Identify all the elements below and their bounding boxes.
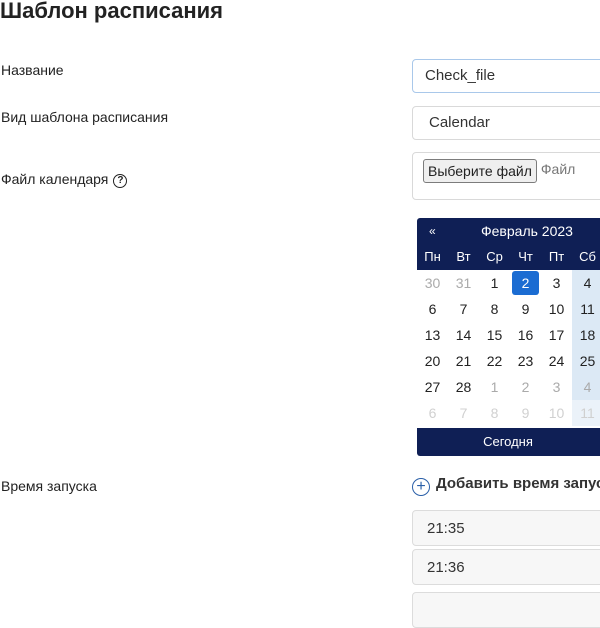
- run-time-label: Время запуска: [1, 478, 97, 494]
- calendar-day[interactable]: 25: [572, 348, 600, 374]
- calendar-day[interactable]: 21: [448, 348, 479, 374]
- calendar-day[interactable]: 9: [510, 400, 541, 426]
- run-time-field[interactable]: 21:35: [412, 510, 600, 546]
- today-button[interactable]: Сегодня: [417, 428, 600, 456]
- choose-file-button[interactable]: Выберите файл: [423, 159, 537, 183]
- calendar-file-input[interactable]: Выберите файл Файл: [412, 152, 600, 200]
- calendar-day[interactable]: 6: [417, 296, 448, 322]
- calendar-day[interactable]: 9: [510, 296, 541, 322]
- calendar-month-title[interactable]: Февраль 2023: [481, 223, 573, 239]
- calendar-day[interactable]: 7: [448, 296, 479, 322]
- calendar-day[interactable]: 11: [572, 296, 600, 322]
- name-label: Название: [1, 62, 64, 78]
- calendar-day[interactable]: 30: [417, 270, 448, 296]
- calendar-day[interactable]: 2: [512, 271, 539, 295]
- calendar-day[interactable]: 2: [510, 374, 541, 400]
- weekday-label: Чт: [518, 249, 533, 264]
- calendar-day[interactable]: 24: [541, 348, 572, 374]
- calendar-header: « Февраль 2023: [417, 218, 600, 244]
- calendar-day[interactable]: 16: [510, 322, 541, 348]
- run-time-value: 21:36: [427, 559, 465, 576]
- calendar-day[interactable]: 20: [417, 348, 448, 374]
- calendar-days-grid: 30 31 1 2 3 4 6 7 8 9 10 11 13 14 15 16 17 18 20 21 22 23 24 25…: [417, 270, 600, 426]
- calendar-day[interactable]: 10: [541, 400, 572, 426]
- run-time-field[interactable]: 21:36: [412, 549, 600, 585]
- calendar-day[interactable]: 8: [479, 296, 510, 322]
- add-run-time-label: Добавить время запуска: [436, 475, 600, 492]
- calendar-day[interactable]: 14: [448, 322, 479, 348]
- calendar-file-label-text: Файл календаря: [1, 171, 109, 187]
- file-status-text: Файл: [540, 161, 576, 177]
- page-title: Шаблон расписания: [0, 0, 224, 23]
- calendar-day[interactable]: 18: [572, 322, 600, 348]
- calendar-day[interactable]: 8: [479, 400, 510, 426]
- calendar-day[interactable]: 11: [572, 400, 600, 426]
- weekday-label: Вт: [456, 249, 471, 264]
- calendar-day[interactable]: 4: [572, 374, 600, 400]
- prev-month-button[interactable]: «: [429, 224, 436, 238]
- calendar-day[interactable]: 23: [510, 348, 541, 374]
- question-circle-icon[interactable]: ?: [113, 174, 128, 188]
- weekday-label: Пн: [424, 249, 441, 264]
- calendar-day[interactable]: 28: [448, 374, 479, 400]
- weekday-label: Ср: [486, 249, 503, 264]
- calendar-day[interactable]: 3: [541, 374, 572, 400]
- template-type-label: Вид шаблона расписания: [1, 109, 169, 125]
- calendar-day[interactable]: 27: [417, 374, 448, 400]
- calendar-day[interactable]: 15: [479, 322, 510, 348]
- plus-circle-icon: +: [412, 478, 430, 496]
- calendar-day[interactable]: 7: [448, 400, 479, 426]
- calendar-file-label: Файл календаря?: [1, 171, 128, 188]
- weekday-label: Пт: [548, 249, 565, 264]
- calendar-day[interactable]: 13: [417, 322, 448, 348]
- calendar-day[interactable]: 22: [479, 348, 510, 374]
- run-time-value: 21:35: [427, 520, 465, 537]
- calendar-day[interactable]: 17: [541, 322, 572, 348]
- name-input[interactable]: Check_file: [412, 59, 600, 93]
- weekday-header: Пн Вт Ср Чт Пт Сб: [417, 244, 600, 270]
- template-type-select[interactable]: Calendar: [412, 106, 600, 140]
- template-type-value: Calendar: [429, 114, 490, 131]
- calendar-day[interactable]: 10: [541, 296, 572, 322]
- calendar-widget[interactable]: « Февраль 2023 Пн Вт Ср Чт Пт Сб 30 31 1 2 3 4 6 7 8 9…: [417, 218, 600, 456]
- calendar-day[interactable]: 31: [448, 270, 479, 296]
- calendar-day[interactable]: 1: [479, 270, 510, 296]
- name-value: Check_file: [425, 67, 496, 84]
- calendar-day[interactable]: 3: [541, 270, 572, 296]
- calendar-day[interactable]: 6: [417, 400, 448, 426]
- weekday-label: Сб: [579, 249, 596, 264]
- run-time-field[interactable]: [412, 592, 600, 628]
- add-run-time-button[interactable]: + Добавить время запуска: [412, 475, 600, 496]
- calendar-day[interactable]: 1: [479, 374, 510, 400]
- calendar-day[interactable]: 4: [572, 270, 600, 296]
